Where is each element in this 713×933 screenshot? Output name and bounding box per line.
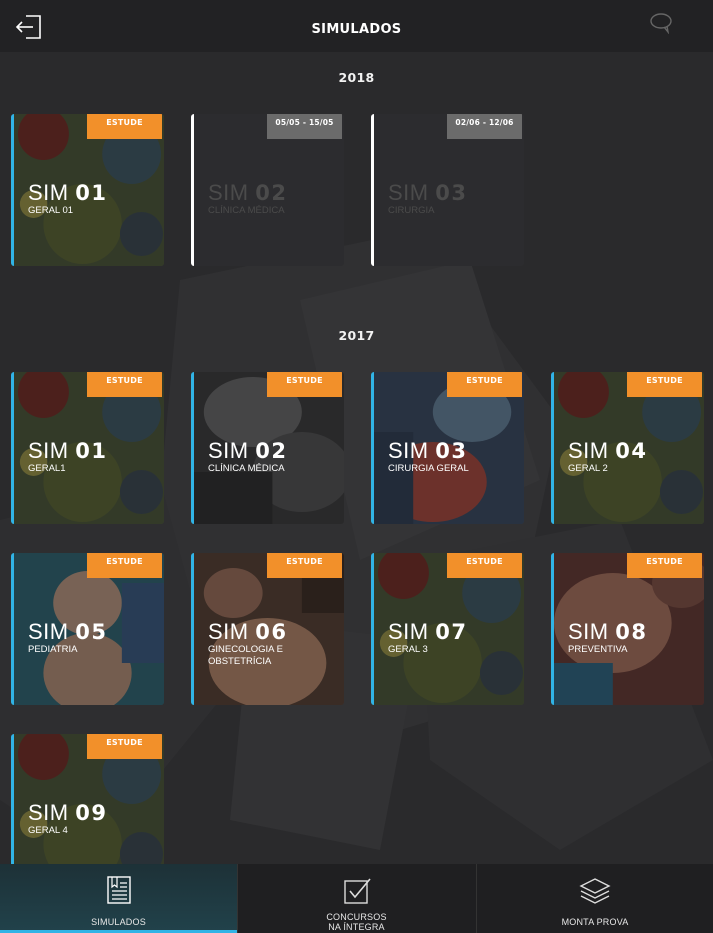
sim-number: 02 [255, 181, 288, 205]
estude-badge[interactable]: ESTUDE [87, 372, 162, 397]
sim-card[interactable]: ESTUDE SIM 08 PREVENTIVA [551, 553, 704, 705]
sim-number: 02 [255, 439, 288, 463]
sim-prefix: SIM [388, 438, 429, 463]
sim-title: SIM 03 [388, 180, 467, 206]
sim-prefix: SIM [208, 438, 249, 463]
sim-subtitle: CIRURGIA [388, 205, 435, 216]
sim-title: SIM 09 [28, 800, 107, 826]
sim-prefix: SIM [28, 438, 69, 463]
sim-prefix: SIM [388, 180, 429, 205]
sim-subtitle: PEDIATRIA [28, 644, 78, 655]
sim-subtitle: PREVENTIVA [568, 644, 628, 655]
sim-card[interactable]: ESTUDE SIM 06 GINECOLOGIA E OBSTETRÍCIA [191, 553, 344, 705]
sim-title: SIM 02 [208, 438, 287, 464]
bottom-tab-bar: SIMULADOS CONCURSOS NA ÍNTEGRA MONTA PRO… [0, 864, 713, 933]
sim-prefix: SIM [568, 438, 609, 463]
sim-title: SIM 01 [28, 438, 107, 464]
sim-number: 01 [75, 439, 108, 463]
sim-number: 03 [435, 439, 468, 463]
sim-card[interactable]: 05/05 - 15/05 SIM 02 CLÍNICA MÉDICA [191, 114, 344, 266]
sim-title: SIM 06 [208, 619, 287, 645]
tab-concursos[interactable]: CONCURSOS NA ÍNTEGRA [238, 864, 475, 933]
sim-card[interactable]: ESTUDE SIM 04 GERAL 2 [551, 372, 704, 524]
estude-badge[interactable]: ESTUDE [267, 553, 342, 578]
sim-subtitle: CLÍNICA MÉDICA [208, 205, 285, 216]
checkbox-icon [343, 878, 371, 904]
tab-monta-prova[interactable]: MONTA PROVA [477, 864, 713, 933]
top-bar: SIMULADOS [0, 0, 713, 52]
sim-subtitle: GERAL 2 [568, 463, 608, 474]
sim-title: SIM 07 [388, 619, 467, 645]
sim-title: SIM 01 [28, 180, 107, 206]
sim-card[interactable]: ESTUDE SIM 02 CLÍNICA MÉDICA [191, 372, 344, 524]
tab-label: CONCURSOS [326, 912, 387, 922]
sim-prefix: SIM [568, 619, 609, 644]
sim-number: 09 [75, 801, 108, 825]
tab-label: MONTA PROVA [561, 917, 629, 927]
sim-title: SIM 05 [28, 619, 107, 645]
sim-number: 08 [615, 620, 648, 644]
sim-title: SIM 02 [208, 180, 287, 206]
estude-badge[interactable]: ESTUDE [87, 114, 162, 139]
sim-card[interactable]: ESTUDE SIM 07 GERAL 3 [371, 553, 524, 705]
sim-title: SIM 04 [568, 438, 647, 464]
sim-card[interactable]: 02/06 - 12/06 SIM 03 CIRURGIA [371, 114, 524, 266]
sim-number: 03 [435, 181, 468, 205]
sim-prefix: SIM [208, 619, 249, 644]
sim-card[interactable]: ESTUDE SIM 03 CIRURGIA GERAL [371, 372, 524, 524]
sim-prefix: SIM [28, 800, 69, 825]
sim-prefix: SIM [388, 619, 429, 644]
page-title: SIMULADOS [311, 22, 402, 37]
sim-title: SIM 03 [388, 438, 467, 464]
estude-badge[interactable]: ESTUDE [447, 372, 522, 397]
estude-badge[interactable]: ESTUDE [627, 372, 702, 397]
sim-number: 07 [435, 620, 468, 644]
sim-number: 04 [615, 439, 648, 463]
sim-prefix: SIM [28, 180, 69, 205]
sim-prefix: SIM [28, 619, 69, 644]
tab-simulados[interactable]: SIMULADOS [0, 864, 237, 933]
sim-subtitle: CLÍNICA MÉDICA [208, 463, 285, 474]
tab-label-line2: NA ÍNTEGRA [328, 922, 385, 932]
sim-number: 06 [255, 620, 288, 644]
sim-card[interactable]: ESTUDE SIM 01 GERAL 01 [11, 114, 164, 266]
layers-icon [579, 878, 611, 904]
sim-number: 05 [75, 620, 108, 644]
year-heading-2018: 2018 [338, 70, 375, 85]
estude-badge[interactable]: ESTUDE [87, 734, 162, 759]
sim-number: 01 [75, 181, 108, 205]
speech-bubble-icon[interactable] [648, 12, 674, 35]
sim-subtitle: CIRURGIA GERAL [388, 463, 469, 474]
estude-badge[interactable]: ESTUDE [627, 553, 702, 578]
sim-title: SIM 08 [568, 619, 647, 645]
sim-subtitle: GERAL1 [28, 463, 66, 474]
sim-subtitle: GERAL 01 [28, 205, 74, 216]
document-list-icon [106, 876, 131, 904]
tab-label: SIMULADOS [91, 917, 146, 927]
date-range-badge: 02/06 - 12/06 [447, 114, 522, 139]
sim-card[interactable]: ESTUDE SIM 01 GERAL1 [11, 372, 164, 524]
estude-badge[interactable]: ESTUDE [447, 553, 522, 578]
sim-subtitle: GERAL 3 [388, 644, 428, 655]
sim-subtitle: GERAL 4 [28, 825, 68, 836]
estude-badge[interactable]: ESTUDE [267, 372, 342, 397]
sim-subtitle: GINECOLOGIA E OBSTETRÍCIA [208, 644, 283, 667]
sim-card[interactable]: ESTUDE SIM 05 PEDIATRIA [11, 553, 164, 705]
sim-prefix: SIM [208, 180, 249, 205]
date-range-badge: 05/05 - 15/05 [267, 114, 342, 139]
year-heading-2017: 2017 [338, 328, 375, 343]
estude-badge[interactable]: ESTUDE [87, 553, 162, 578]
